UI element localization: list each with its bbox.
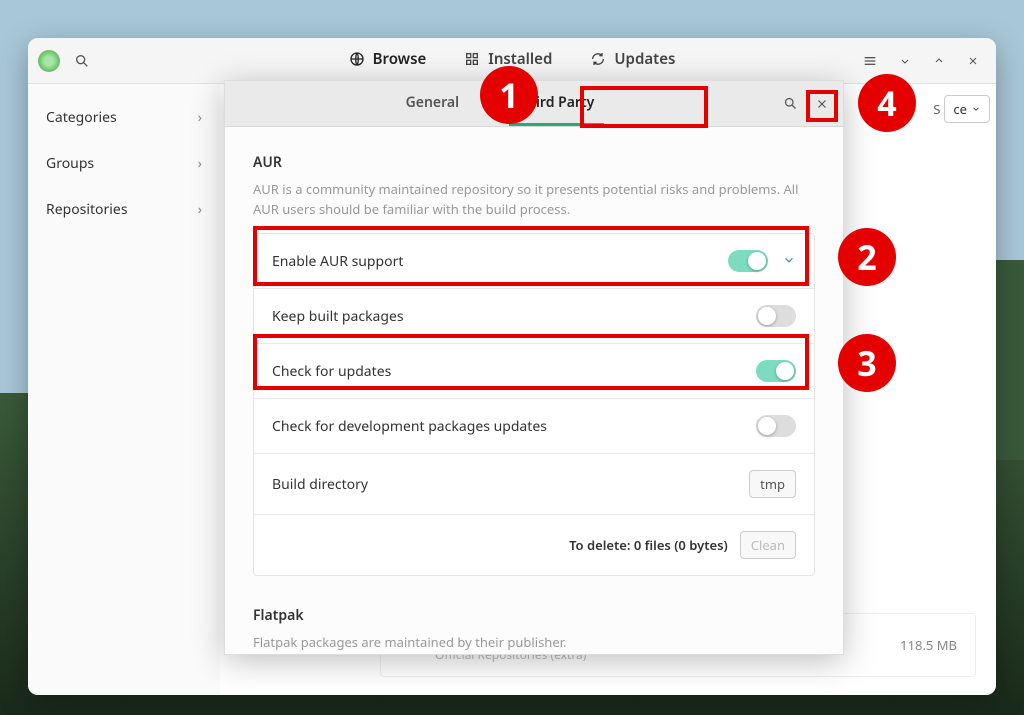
- tab-installed-label: Installed: [488, 49, 552, 69]
- row-to-delete: To delete: 0 files (0 bytes) Clean: [254, 515, 814, 575]
- to-delete-label: To delete: 0 files (0 bytes): [569, 536, 728, 554]
- build-directory-button[interactable]: tmp: [749, 470, 796, 498]
- search-icon[interactable]: [68, 47, 96, 75]
- hamburger-menu-icon[interactable]: [856, 47, 884, 75]
- aur-settings-group: Enable AUR support Keep built packages C…: [253, 233, 815, 576]
- sidebar: Categories › Groups › Repositories ›: [28, 84, 220, 695]
- flatpak-section-title: Flatpak: [253, 606, 815, 625]
- chevron-right-icon: ›: [198, 200, 202, 219]
- toggle-check-updates[interactable]: [756, 360, 796, 382]
- tab-updates[interactable]: Updates: [586, 38, 679, 84]
- close-window-icon[interactable]: [960, 48, 986, 74]
- toggle-enable-aur[interactable]: [728, 250, 768, 272]
- titlebar: Browse Installed Updates: [28, 38, 996, 84]
- tab-third-party[interactable]: Third Party: [509, 81, 604, 126]
- tab-updates-label: Updates: [614, 49, 675, 69]
- dialog-body: AUR AUR is a community maintained reposi…: [225, 127, 843, 654]
- row-check-updates: Check for updates: [254, 344, 814, 399]
- aur-section-desc: AUR is a community maintained repository…: [253, 180, 815, 219]
- chevron-right-icon: ›: [198, 154, 202, 173]
- clean-button[interactable]: Clean: [740, 531, 796, 559]
- sidebar-item-categories[interactable]: Categories ›: [28, 94, 220, 140]
- preferences-dialog: General Third Party AUR AUR is a communi…: [224, 80, 844, 655]
- sidebar-item-groups[interactable]: Groups ›: [28, 140, 220, 186]
- sidebar-item-label: Categories: [46, 108, 117, 127]
- tab-general[interactable]: General: [396, 81, 469, 126]
- row-label: Build directory: [272, 475, 749, 494]
- flatpak-section-desc: Flatpak packages are maintained by their…: [253, 633, 815, 653]
- row-enable-aur: Enable AUR support: [254, 234, 814, 289]
- dialog-close-icon[interactable]: [807, 89, 837, 119]
- row-label: Check for updates: [272, 362, 756, 381]
- tab-general-label: General: [406, 93, 459, 112]
- row-keep-built: Keep built packages: [254, 289, 814, 344]
- maximize-icon[interactable]: [926, 48, 952, 74]
- 491: 118.5 MB: [900, 636, 957, 654]
- row-label: Check for development packages updates: [272, 417, 756, 436]
- toggle-keep-built[interactable]: [756, 305, 796, 327]
- dialog-search-icon[interactable]: [775, 89, 805, 119]
- dialog-header: General Third Party: [225, 81, 843, 127]
- sort-control: S ce: [933, 92, 990, 126]
- row-build-directory: Build directory tmp: [254, 454, 814, 515]
- chevron-down-icon[interactable]: [782, 250, 796, 272]
- app-icon: [38, 50, 60, 72]
- minimize-icon[interactable]: [892, 48, 918, 74]
- toggle-dev-updates[interactable]: [756, 415, 796, 437]
- sort-value: ce: [953, 100, 967, 118]
- sidebar-item-label: Groups: [46, 154, 94, 173]
- row-dev-updates: Check for development packages updates: [254, 399, 814, 454]
- chevron-right-icon: ›: [198, 108, 202, 127]
- sidebar-item-repositories[interactable]: Repositories ›: [28, 186, 220, 232]
- sidebar-item-label: Repositories: [46, 200, 128, 219]
- row-label: Keep built packages: [272, 307, 756, 326]
- tab-browse[interactable]: Browse: [345, 38, 431, 84]
- aur-section-title: AUR: [253, 153, 815, 172]
- row-label: Enable AUR support: [272, 252, 728, 271]
- tab-third-party-label: Third Party: [519, 93, 594, 112]
- sort-dropdown[interactable]: ce: [944, 95, 990, 123]
- sort-label: S: [933, 100, 940, 118]
- tab-installed[interactable]: Installed: [460, 38, 556, 84]
- tab-browse-label: Browse: [373, 49, 427, 69]
